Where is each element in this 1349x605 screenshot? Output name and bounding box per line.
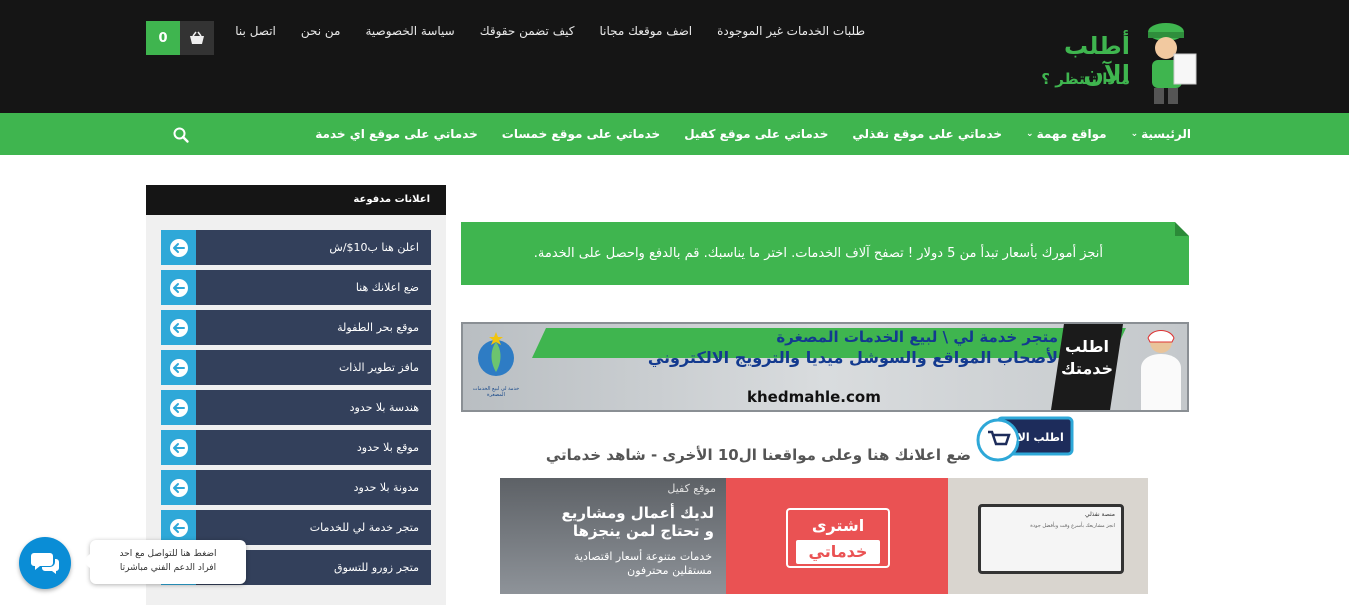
buy-line1: اشترى	[811, 516, 865, 535]
banner-cta-line1: اطلب	[1064, 337, 1110, 356]
nafethli-tile[interactable]: منصة نفذلي انجز مشاريعك بأسرع وقت وبأفضل…	[948, 478, 1148, 594]
sidebar-item[interactable]: موقع بلا حدود	[161, 430, 431, 465]
chevron-down-icon: ⌄	[1026, 129, 1034, 139]
top-link-privacy[interactable]: سياسة الخصوصية	[365, 24, 454, 38]
arrow-left-circle-icon	[161, 230, 196, 265]
promo-box: أنجز أمورك بأسعار تبدأ من 5 دولار ! تصفح…	[461, 222, 1189, 285]
laptop-screen: منصة نفذلي انجز مشاريعك بأسرع وقت وبأفضل…	[978, 504, 1124, 574]
sidebar-item[interactable]: هندسة بلا حدود	[161, 390, 431, 425]
cart-button[interactable]: 0	[146, 21, 214, 55]
nav-nafethli[interactable]: خدماتي على موقع نفذلي	[852, 127, 1002, 141]
sidebar-item[interactable]: اعلن هنا ب10$/ش	[161, 230, 431, 265]
nafethli-head: منصة نفذلي	[1084, 511, 1115, 518]
cart-order-badge-icon[interactable]: اطلب الان	[976, 414, 1074, 462]
arrow-left-circle-icon	[161, 310, 196, 345]
sidebar-item-label: مدونة بلا حدود	[196, 470, 431, 505]
nav-home[interactable]: الرئيسية ⌄	[1131, 127, 1191, 141]
site-logo[interactable]: أطلب الآن ماذا تنتظر ؟	[1030, 14, 1200, 109]
arrow-left-circle-icon	[161, 350, 196, 385]
khedmahle-banner-ad[interactable]: متجر خدمة لي \ لبيع الخدمات المصغرة لأصح…	[461, 322, 1189, 412]
nav-important-sites-label: مواقع مهمة	[1036, 127, 1107, 141]
nav-ay-khedma[interactable]: خدماتي على موقع اي خدمة	[315, 127, 478, 141]
sidebar-item-label: مافز تطوير الذات	[196, 350, 431, 385]
sidebar-item[interactable]: موقع بحر الطفولة	[161, 310, 431, 345]
chat-tooltip: اضغط هنا للتواصل مع احد افراد الدعم الفن…	[82, 540, 246, 584]
top-header: أطلب الآن ماذا تنتظر ؟ طلبات الخدمات غير…	[0, 0, 1349, 113]
top-link-add-site[interactable]: اضف موقعك مجانا	[599, 24, 692, 38]
sidebar-item-label: هندسة بلا حدود	[196, 390, 431, 425]
shopping-basket-icon	[180, 21, 214, 55]
search-icon[interactable]	[172, 126, 190, 144]
main-nav: الرئيسية ⌄ مواقع مهمة ⌄ خدماتي على موقع نف…	[0, 113, 1349, 155]
kafeel-sub1: خدمات متنوعة أسعار اقتصادية	[574, 550, 712, 563]
sidebar-item-label: ضع اعلانك هنا	[196, 270, 431, 305]
kafeel-line1: لديك أعمال ومشاريع	[561, 504, 714, 522]
kafeel-tile-headline: لديك أعمال ومشاريع و تحتاج لمن ينجزها	[562, 504, 714, 540]
sidebar-item-label: اعلن هنا ب10$/ش	[196, 230, 431, 265]
banner-logo-caption: خدمة لي لبيع الخدمات المصغرة	[472, 386, 520, 398]
sidebar-item-label: موقع بلا حدود	[196, 430, 431, 465]
banner-subline: لأصحاب المواقع والسوشل ميديا والترويج ال…	[647, 348, 1058, 367]
person-icon	[1141, 330, 1181, 410]
buy-my-services-tile[interactable]: اشترى خدماتي	[726, 478, 948, 594]
top-link-rights[interactable]: كيف تضمن حقوقك	[480, 24, 575, 38]
sidebar-item-label: موقع بحر الطفولة	[196, 310, 431, 345]
nav-kafeel[interactable]: خدماتي على موقع كفيل	[684, 127, 828, 141]
kafeel-tile[interactable]: موقع كفيل لديك أعمال ومشاريع و تحتاج لمن…	[500, 478, 726, 594]
chat-button[interactable]	[19, 537, 71, 589]
service-tiles: موقع كفيل لديك أعمال ومشاريع و تحتاج لمن…	[500, 478, 1148, 594]
nav-important-sites[interactable]: مواقع مهمة ⌄	[1026, 127, 1107, 141]
sidebar-item[interactable]: مافز تطوير الذات	[161, 350, 431, 385]
nafethli-sub: انجز مشاريعك بأسرع وقت وبأفضل جودة	[1030, 523, 1115, 529]
sidebar-title: اعلانات مدفوعة	[146, 185, 446, 215]
chevron-down-icon: ⌄	[1130, 129, 1139, 139]
badge-label: اطلب الان	[1008, 431, 1063, 444]
top-link-about[interactable]: من نحن	[301, 24, 341, 38]
nav-home-label: الرئيسية	[1141, 127, 1191, 141]
advertise-link[interactable]: ضع اعلانك هنا وعلى مواقعنا ال10 الأخرى -…	[461, 446, 971, 464]
folded-corner	[1175, 222, 1189, 236]
top-link-contact[interactable]: اتصل بنا	[235, 24, 276, 38]
banner-url: khedmahle.com	[747, 388, 881, 406]
kafeel-tile-sub: خدمات متنوعة أسعار اقتصادية مستقلين محتر…	[574, 550, 712, 578]
promo-text: أنجز أمورك بأسعار تبدأ من 5 دولار ! تصفح…	[533, 246, 1103, 261]
cart-count: 0	[146, 21, 180, 55]
kafeel-tile-head: موقع كفيل	[667, 482, 716, 495]
chat-tooltip-line1: اضغط هنا للتواصل مع احد	[119, 549, 217, 559]
kafeel-line2: و تحتاج لمن ينجزها	[572, 522, 714, 540]
banner-cta-line2: خدمتك	[1060, 359, 1114, 378]
buy-line2: خدماتي	[796, 540, 880, 564]
arrow-left-circle-icon	[161, 470, 196, 505]
sidebar-item[interactable]: مدونة بلا حدود	[161, 470, 431, 505]
kafeel-sub2: مستقلين محترفون	[627, 564, 712, 577]
chat-tooltip-line2: افراد الدعم الفني مباشرتا	[119, 563, 217, 573]
top-link-missing-services[interactable]: طلبات الخدمات غير الموجودة	[717, 24, 865, 38]
arrow-left-circle-icon	[161, 270, 196, 305]
logo-tagline: ماذا تنتظر ؟	[1041, 70, 1130, 88]
banner-headline: متجر خدمة لي \ لبيع الخدمات المصغرة	[776, 328, 1058, 346]
mascot-icon	[1148, 23, 1197, 104]
arrow-left-circle-icon	[161, 430, 196, 465]
buy-services-button[interactable]: اشترى خدماتي	[786, 508, 890, 568]
banner-cta-text: اطلب خدمتك	[1051, 336, 1123, 380]
nav-khamsat[interactable]: خدماتي على موقع خمسات	[502, 127, 660, 141]
top-nav: طلبات الخدمات غير الموجودة اضف موقعك مجا…	[235, 24, 865, 38]
chat-bubbles-icon	[31, 553, 59, 574]
arrow-left-circle-icon	[161, 390, 196, 425]
sidebar-item[interactable]: ضع اعلانك هنا	[161, 270, 431, 305]
